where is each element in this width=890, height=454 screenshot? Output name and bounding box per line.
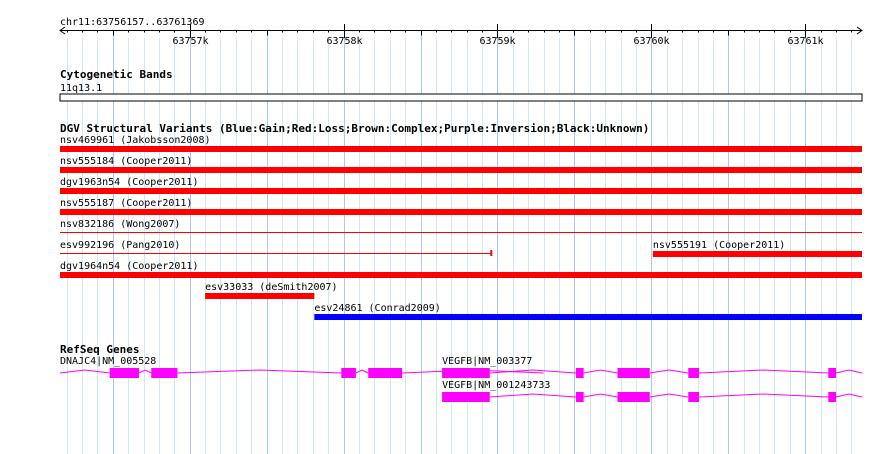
gene-exon[interactable] (575, 368, 584, 378)
variant-bar[interactable] (60, 232, 862, 233)
gene-intron (835, 369, 863, 374)
ruler-tick-label: 63760k (633, 36, 669, 47)
variant-label: esv992196 (Pang2010) (60, 240, 180, 251)
dgv-track-title: DGV Structural Variants (Blue:Gain;Red:L… (60, 122, 649, 135)
cytoband-bar (59, 93, 863, 102)
gene-exon[interactable] (617, 392, 650, 402)
variant-label: nsv555191 (Cooper2011) (653, 240, 785, 251)
refseq-track-title: RefSeq Genes (60, 343, 139, 356)
ruler-tick-label: 63757k (172, 36, 208, 47)
gene-exon[interactable] (688, 368, 700, 378)
cytoband-label: 11q13.1 (60, 83, 102, 94)
gene-intron (583, 393, 618, 398)
gene-intron (835, 393, 863, 398)
ruler-tick-label: 63761k (787, 36, 823, 47)
gene-exon[interactable] (151, 368, 178, 378)
gene-intron (177, 369, 342, 374)
variant-bar[interactable] (205, 293, 315, 299)
gene-intron (699, 369, 829, 374)
cytoband-track-title: Cytogenetic Bands (60, 68, 173, 81)
variant-bar[interactable] (652, 251, 862, 257)
variant-end-cap (490, 250, 493, 256)
gene-intron (138, 369, 152, 374)
ruler-tick-label: 63759k (479, 36, 515, 47)
variant-label: dgv1963n54 (Cooper2011) (60, 177, 198, 188)
dgv-variants: nsv469961 (Jakobsson2008) nsv555184 (Coop… (60, 135, 863, 320)
gene-exon[interactable] (442, 368, 490, 378)
variant-label: nsv469961 (Jakobsson2008) (60, 135, 211, 146)
variant-label: nsv832186 (Wong2007) (60, 219, 180, 230)
variant-bar[interactable] (60, 188, 862, 194)
gene-label: VEGFB|NM_001243733 (442, 380, 550, 391)
ruler-tick-label: 63758k (326, 36, 362, 47)
variant-bar[interactable] (60, 146, 862, 152)
gene-exon[interactable] (109, 368, 139, 378)
gene-exon[interactable] (828, 368, 836, 378)
gene-label: DNAJC4|NM_005528 (60, 356, 156, 367)
gene-exon[interactable] (368, 368, 403, 378)
variant-label: nsv555184 (Cooper2011) (60, 156, 192, 167)
variant-label: dgv1964n54 (Cooper2011) (60, 261, 198, 272)
variant-bar[interactable] (314, 314, 863, 320)
gene-label: VEGFB|NM_003377 (442, 356, 532, 367)
gene-exon[interactable] (341, 368, 356, 378)
gene-exon[interactable] (828, 392, 836, 402)
gene-intron (489, 393, 576, 398)
gene-exon[interactable] (442, 392, 490, 402)
variant-label: esv24861 (Conrad2009) (314, 303, 440, 314)
variant-bar[interactable] (60, 167, 862, 173)
ruler-coordinate-label: chr11:63756157..63761369 (60, 17, 205, 28)
gene-intron (699, 393, 829, 398)
variant-bar[interactable] (60, 209, 862, 215)
gene-intron (583, 369, 618, 374)
refseq-genes: DNAJC4|NM_005528 VEGFB|NM_003377 VEGFB|NM_… (59, 356, 863, 402)
variant-label: nsv555187 (Cooper2011) (60, 198, 192, 209)
gene-exon[interactable] (617, 368, 650, 378)
variant-bar[interactable] (60, 253, 492, 254)
gene-intron (355, 369, 369, 374)
genome-browser-canvas: chr11:63756157..63761369 63757k 63758k 637… (59, 17, 863, 454)
gene-exon[interactable] (688, 392, 700, 402)
variant-bar[interactable] (60, 272, 862, 278)
variant-label: esv33033 (deSmith2007) (205, 282, 337, 293)
gene-exon[interactable] (575, 392, 584, 402)
